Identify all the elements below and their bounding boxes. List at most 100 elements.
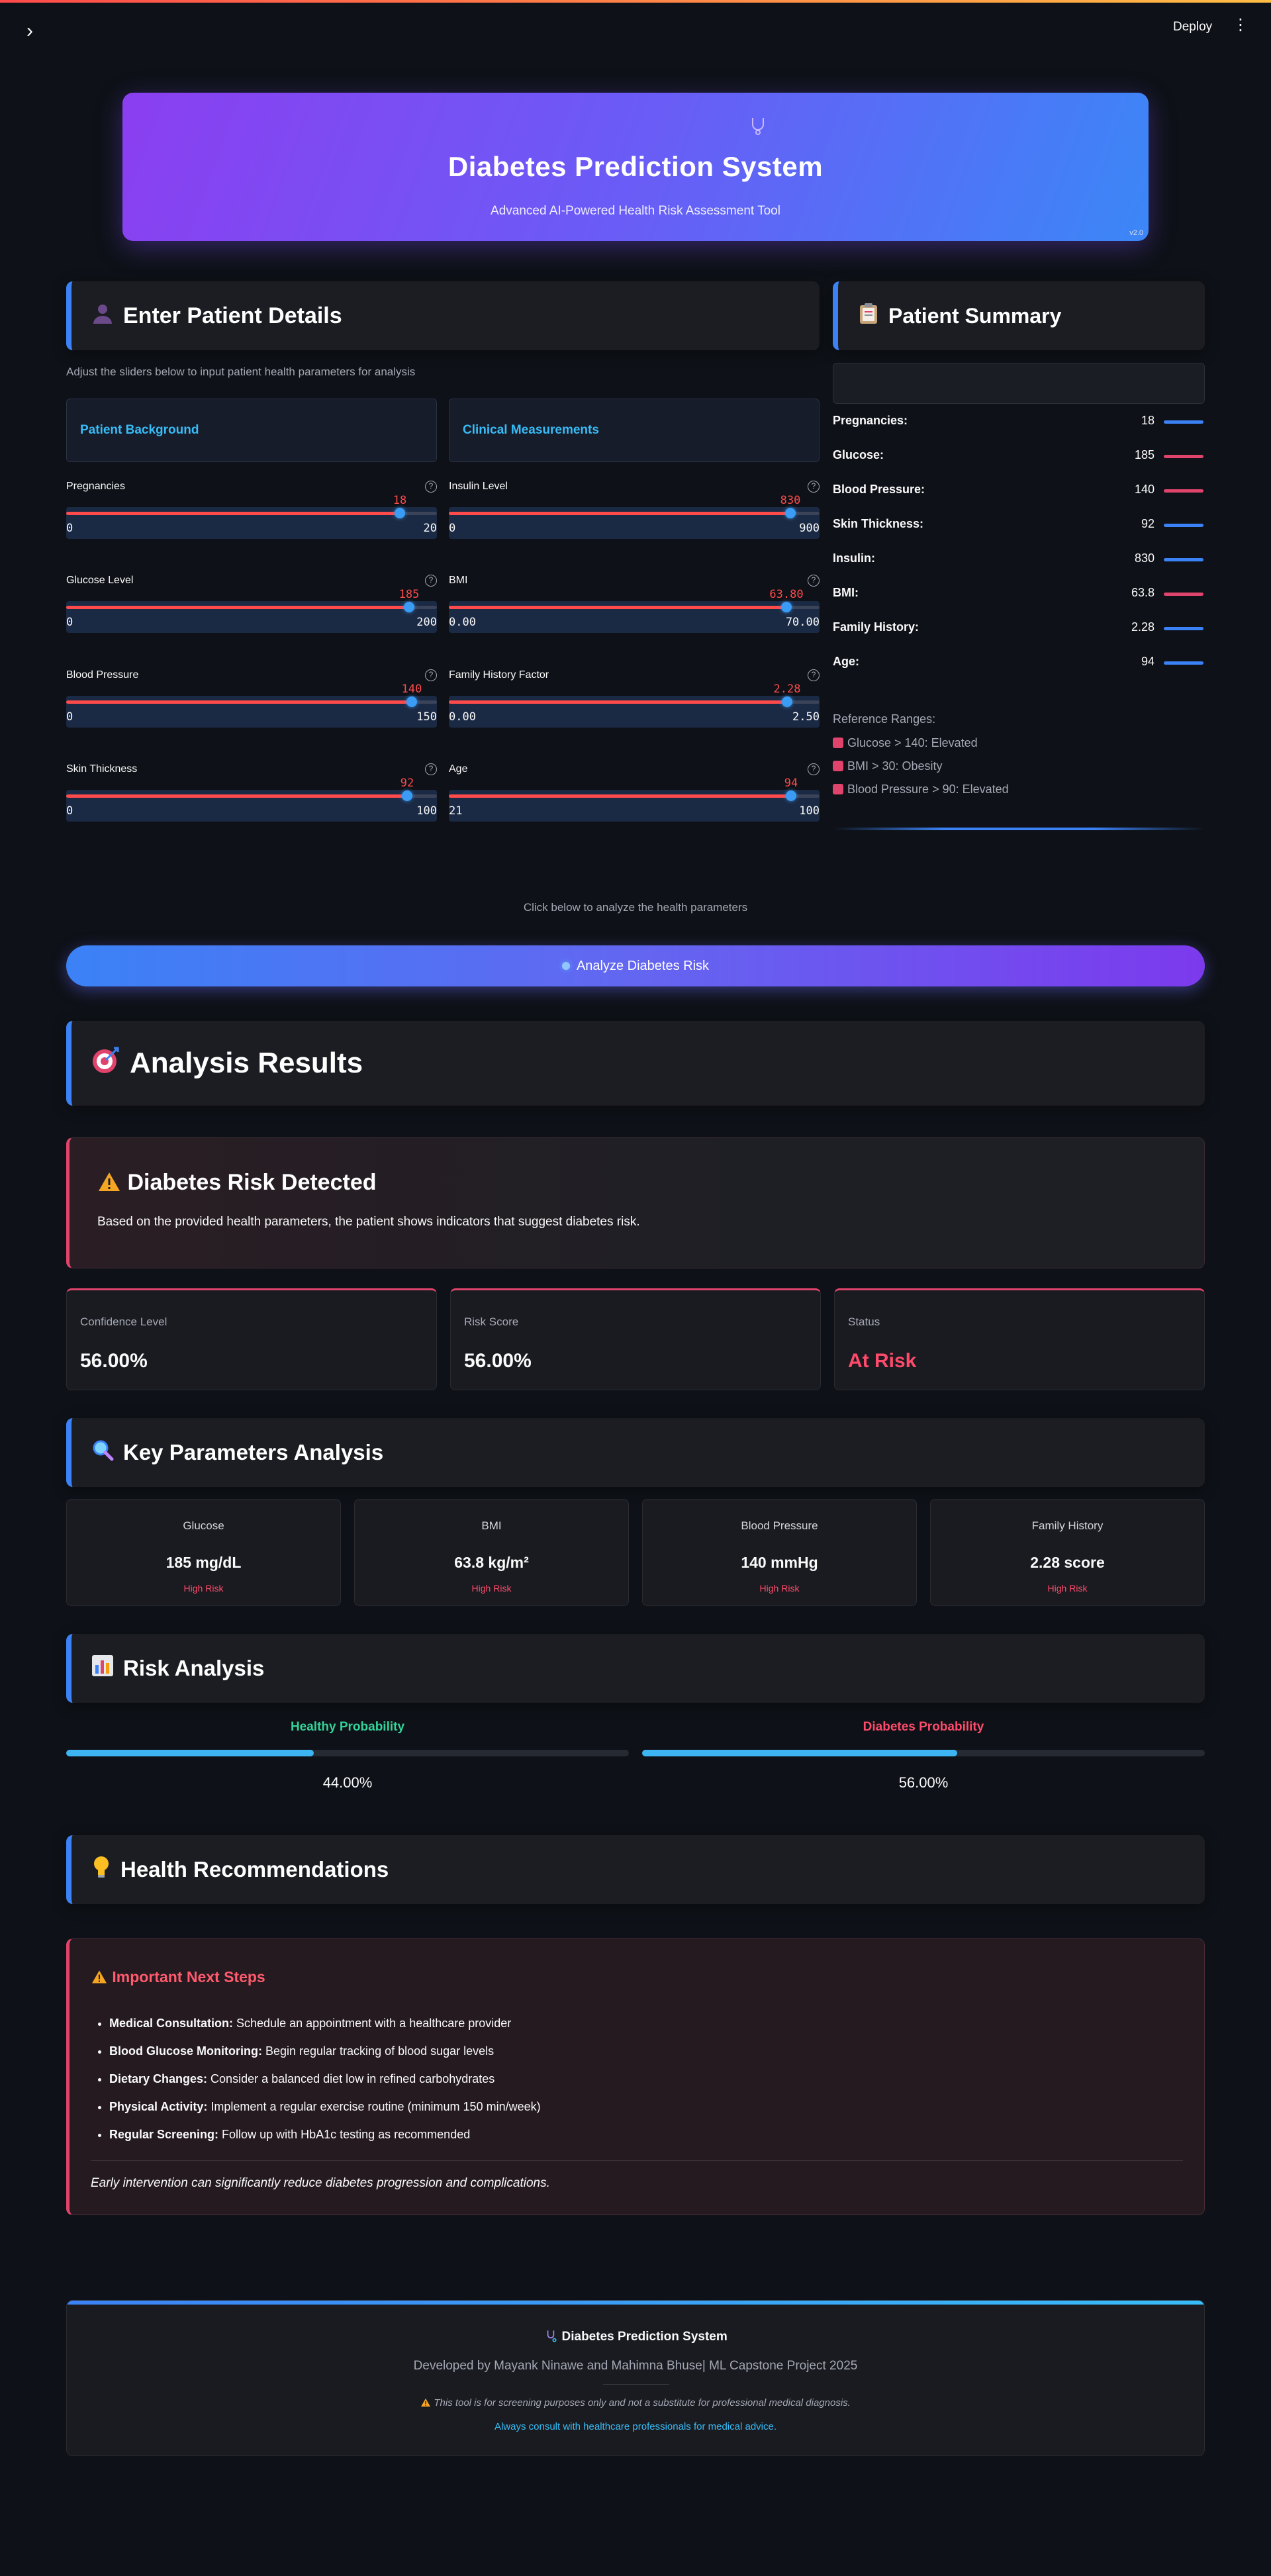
tab-clinical-measurements[interactable]: Clinical Measurements [449,399,820,462]
page-title: Diabetes Prediction System [447,151,824,182]
slider-min: 21 [449,804,463,818]
deploy-button[interactable]: Deploy [1173,20,1212,34]
key-param-risk: High Risk [759,1583,800,1594]
slider-thumb[interactable] [781,602,792,612]
slider-thumb[interactable] [395,508,405,518]
target-icon [91,1045,120,1082]
slider-thumb[interactable] [785,508,796,518]
slider-min: 0.00 [449,710,476,724]
help-icon[interactable]: ? [425,575,437,587]
metric-value: 56.00% [464,1350,532,1372]
recommendations-title: Health Recommendations [120,1857,389,1882]
slider-current-value: 92 [400,777,414,790]
recommendation-text: Implement a regular exercise routine (mi… [207,2100,541,2113]
slider-track-area[interactable]: 0.00 70.00 [449,601,820,633]
help-icon[interactable]: ? [425,763,437,775]
summary-placeholder-box [833,363,1205,404]
slider-thumb[interactable] [406,696,417,707]
slider-track-area[interactable]: 0 900 [449,507,820,539]
key-param-risk: High Risk [1047,1583,1088,1594]
metric-label: Risk Score [464,1315,519,1328]
analyze-dot-icon [561,962,570,970]
slider-thumb[interactable] [786,790,796,801]
help-icon[interactable]: ? [425,669,437,681]
analysis-results-title: Analysis Results [130,1047,363,1079]
help-icon[interactable]: ? [808,669,820,681]
slider-label: BMI [449,575,468,586]
slider-bmi[interactable]: BMI? 63.80 0.00 70.00 [449,575,820,636]
slider-insulin-level[interactable]: Insulin Level? 830 0 900 [449,481,820,542]
patient-details-header: Enter Patient Details [66,281,820,350]
key-parameters-header: Key Parameters Analysis [66,1418,1205,1487]
healthy-probability-fill [66,1750,314,1756]
summary-value: 63.8 [1131,586,1154,599]
recommendation-heading: Blood Glucose Monitoring: [109,2044,262,2058]
slider-age[interactable]: Age? 94 21 100 [449,763,820,824]
page-subtitle: Advanced AI-Powered Health Risk Assessme… [491,204,780,218]
warning-square-icon [833,761,843,771]
slider-current-value: 63.80 [769,588,804,601]
slider-track-area[interactable]: 0 200 [66,601,437,633]
reference-text: Blood Pressure > 90: Elevated [847,783,1009,796]
tab-patient-background-label: Patient Background [80,423,199,437]
summary-row: Insulin: 830 [833,551,1205,571]
slider-track-area[interactable]: 21 100 [449,790,820,822]
summary-row: Pregnancies: 18 [833,414,1205,434]
slider-label: Age [449,763,468,775]
slider-thumb[interactable] [402,790,412,801]
diabetes-probability-fill [642,1750,957,1756]
summary-indicator [1164,489,1203,493]
warning-square-icon [833,738,843,748]
analyze-risk-button[interactable]: Analyze Diabetes Risk [66,945,1205,986]
slider-track-area[interactable]: 0.00 2.50 [449,696,820,728]
slider-track-area[interactable]: 0 100 [66,790,437,822]
slider-min: 0 [66,804,73,818]
slider-current-value: 830 [780,494,801,507]
patient-summary-title: Patient Summary [888,303,1062,328]
slider-track-area[interactable]: 0 20 [66,507,437,539]
slider-max: 70.00 [785,616,820,629]
slider-thumb[interactable] [404,602,414,612]
slider-family-history-factor[interactable]: Family History Factor? 2.28 0.00 2.50 [449,669,820,730]
main-menu-icon[interactable]: ⋮ [1233,17,1248,33]
summary-indicator [1164,558,1203,561]
summary-indicator [1164,455,1203,458]
summary-value: 830 [1134,551,1154,565]
slider-thumb[interactable] [782,696,792,707]
summary-row: Skin Thickness: 92 [833,517,1205,537]
metric-label: Confidence Level [80,1315,167,1328]
key-param-label: Family History [1031,1519,1104,1532]
stethoscope-icon [543,2330,561,2344]
clipboard-icon [858,302,879,330]
slider-blood-pressure[interactable]: Blood Pressure? 140 0 150 [66,669,437,730]
app-header: › Deploy ⋮ [0,3,1271,56]
slider-max: 20 [423,522,437,535]
sidebar-expand-chevron-icon[interactable]: › [26,21,33,41]
help-icon[interactable]: ? [808,763,820,775]
risk-alert-card: Diabetes Risk Detected Based on the prov… [66,1137,1205,1268]
help-icon[interactable]: ? [808,575,820,587]
footer-title: Diabetes Prediction System [561,2330,728,2344]
summary-label: Glucose: [833,448,884,461]
help-icon[interactable]: ? [425,481,437,493]
recommendation-heading: Physical Activity: [109,2100,208,2113]
warning-icon [91,1968,112,1985]
key-parameters-title: Key Parameters Analysis [123,1440,384,1464]
slider-skin-thickness[interactable]: Skin Thickness? 92 0 100 [66,763,437,824]
recommendation-text: Follow up with HbA1c testing as recommen… [218,2128,471,2141]
footer-accent-bar [67,2301,1204,2305]
slider-pregnancies[interactable]: Pregnancies? 18 0 20 [66,481,437,542]
tab-patient-background[interactable]: Patient Background [66,399,437,462]
key-param-value: 63.8 kg/m² [454,1554,529,1571]
version-label: v2.0 [1129,229,1143,237]
slider-fill [449,700,787,704]
slider-fill [66,700,412,704]
slider-track-area[interactable]: 0 150 [66,696,437,728]
slider-glucose-level[interactable]: Glucose Level? 185 0 200 [66,575,437,636]
recommendation-heading: Regular Screening: [109,2128,219,2141]
help-icon[interactable]: ? [808,481,820,493]
user-icon [91,302,114,330]
recommendation-heading: Medical Consultation: [109,2017,234,2030]
slider-label: Glucose Level [66,575,134,586]
next-steps-title-row: Important Next Steps [91,1968,265,1986]
